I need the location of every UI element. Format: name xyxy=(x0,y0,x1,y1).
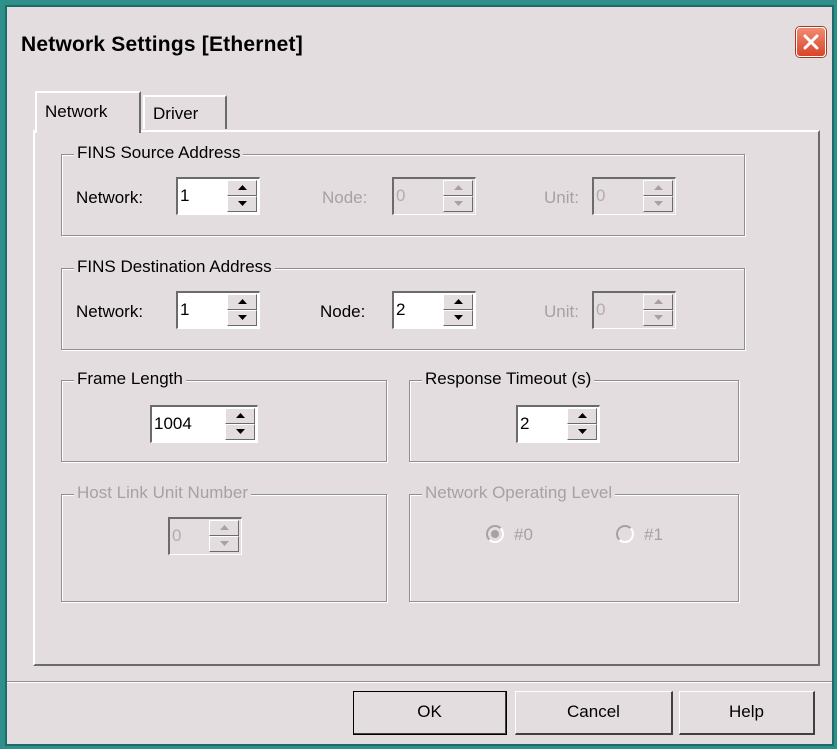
operating-level-0-label: #0 xyxy=(514,525,533,544)
destination-unit-up-button xyxy=(643,294,673,310)
response-timeout-up-button[interactable] xyxy=(567,408,597,424)
arrow-down-icon xyxy=(578,429,587,434)
response-timeout-title: Response Timeout (s) xyxy=(422,369,595,389)
network-operating-level-group: Network Operating Level #0 #1 xyxy=(409,483,739,602)
radio-selected-dot xyxy=(491,530,499,538)
arrow-up-icon xyxy=(654,185,663,190)
destination-node-up-button[interactable] xyxy=(443,294,473,310)
destination-unit-label: Unit: xyxy=(544,302,579,321)
source-network-value[interactable]: 1 xyxy=(180,186,189,206)
ok-button[interactable]: OK xyxy=(353,691,507,735)
response-timeout-spinner[interactable]: 2 xyxy=(516,405,600,443)
source-network-label: Network: xyxy=(76,188,144,207)
destination-node-label: Node: xyxy=(320,302,366,321)
source-node-up-button xyxy=(443,180,473,196)
arrow-up-icon xyxy=(454,299,463,304)
source-node-down-button xyxy=(443,196,473,212)
host-link-unit-spinner: 0 xyxy=(168,517,242,555)
host-link-unit-number-title: Host Link Unit Number xyxy=(74,483,252,503)
destination-unit-spinner: 0 xyxy=(592,291,676,329)
destination-unit-down-button xyxy=(643,310,673,326)
source-network-up-button[interactable] xyxy=(227,180,257,196)
destination-network-value[interactable]: 1 xyxy=(180,300,189,320)
arrow-down-icon xyxy=(220,541,229,546)
destination-node-down-button[interactable] xyxy=(443,310,473,326)
tab-driver[interactable]: Driver xyxy=(143,95,227,129)
destination-node-value[interactable]: 2 xyxy=(396,300,405,320)
source-network-down-button[interactable] xyxy=(227,196,257,212)
close-icon xyxy=(803,34,819,50)
frame-length-group: Frame Length 1004 xyxy=(61,369,387,462)
network-tab-panel: FINS Source Address Network: 1 Node: 0 U… xyxy=(33,130,820,666)
host-link-unit-value: 0 xyxy=(172,526,182,545)
host-link-unit-number-group: Host Link Unit Number 0 xyxy=(61,483,387,602)
arrow-down-icon xyxy=(654,201,663,206)
operating-level-1-label: #1 xyxy=(644,525,663,544)
source-node-spinner: 0 xyxy=(392,177,476,215)
response-timeout-group: Response Timeout (s) 2 xyxy=(409,369,739,462)
source-network-spinner[interactable]: 1 xyxy=(176,177,260,215)
response-timeout-value[interactable]: 2 xyxy=(520,414,529,434)
frame-length-value[interactable]: 1004 xyxy=(154,414,192,434)
arrow-down-icon xyxy=(654,315,663,320)
close-button[interactable] xyxy=(796,27,826,57)
arrow-up-icon xyxy=(220,525,229,530)
arrow-down-icon xyxy=(238,201,247,206)
destination-unit-value: 0 xyxy=(596,300,606,319)
destination-network-spinner[interactable]: 1 xyxy=(176,291,260,329)
arrow-down-icon xyxy=(238,315,247,320)
arrow-down-icon xyxy=(454,201,463,206)
fins-source-address-title: FINS Source Address xyxy=(74,143,244,163)
arrow-up-icon xyxy=(238,299,247,304)
arrow-up-icon xyxy=(454,185,463,190)
network-settings-dialog: Network Settings [Ethernet] Network Driv… xyxy=(5,5,834,746)
source-node-value: 0 xyxy=(396,186,406,205)
arrow-up-icon xyxy=(654,299,663,304)
frame-length-spinner[interactable]: 1004 xyxy=(150,405,258,443)
arrow-down-icon xyxy=(236,429,245,434)
frame-length-down-button[interactable] xyxy=(225,424,255,440)
footer-divider xyxy=(7,681,832,683)
destination-network-down-button[interactable] xyxy=(227,310,257,326)
source-unit-down-button xyxy=(643,196,673,212)
destination-network-up-button[interactable] xyxy=(227,294,257,310)
network-operating-level-title: Network Operating Level xyxy=(422,483,616,503)
source-unit-spinner: 0 xyxy=(592,177,676,215)
title-bar[interactable]: Network Settings [Ethernet] xyxy=(7,7,832,77)
arrow-up-icon xyxy=(578,413,587,418)
host-link-unit-up-button xyxy=(209,520,239,536)
fins-destination-address-group: FINS Destination Address Network: 1 Node… xyxy=(61,257,745,350)
fins-source-address-group: FINS Source Address Network: 1 Node: 0 U… xyxy=(61,143,745,236)
source-unit-up-button xyxy=(643,180,673,196)
destination-node-spinner[interactable]: 2 xyxy=(392,291,476,329)
frame-length-up-button[interactable] xyxy=(225,408,255,424)
destination-network-label: Network: xyxy=(76,302,144,321)
frame-length-title: Frame Length xyxy=(74,369,186,389)
response-timeout-down-button[interactable] xyxy=(567,424,597,440)
help-button[interactable]: Help xyxy=(679,691,815,735)
arrow-down-icon xyxy=(454,315,463,320)
source-node-label: Node: xyxy=(322,188,368,207)
fins-destination-address-title: FINS Destination Address xyxy=(74,257,275,277)
host-link-unit-down-button xyxy=(209,536,239,552)
operating-level-1-radio xyxy=(616,525,634,543)
dialog-title: Network Settings [Ethernet] xyxy=(21,33,303,56)
arrow-up-icon xyxy=(236,413,245,418)
tab-network[interactable]: Network xyxy=(35,91,141,133)
operating-level-0-radio xyxy=(486,525,504,543)
source-unit-label: Unit: xyxy=(544,188,579,207)
source-unit-value: 0 xyxy=(596,186,606,205)
cancel-button[interactable]: Cancel xyxy=(515,691,673,735)
arrow-up-icon xyxy=(238,185,247,190)
